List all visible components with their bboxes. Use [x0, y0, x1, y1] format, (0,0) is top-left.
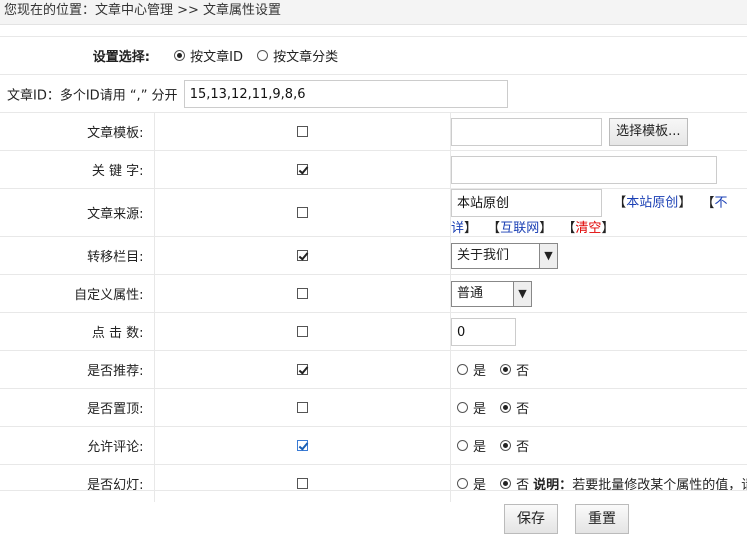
source-checkbox[interactable]	[296, 207, 308, 218]
article-ids-input[interactable]: 15,13,12,11,9,8,6	[183, 79, 508, 108]
source-link-original[interactable]: 本站原创	[626, 196, 678, 211]
recommend-checkbox[interactable]	[296, 364, 308, 375]
chevron-down-icon: ▼	[513, 281, 531, 306]
save-button[interactable]: 保存	[504, 504, 558, 534]
comment-yes-label: 是	[473, 440, 487, 455]
row-move-column: 转移栏目: 关于我们 ▼	[0, 236, 747, 275]
row-recommend: 是否推荐: 是 否	[0, 350, 747, 389]
source-input[interactable]: 本站原创	[451, 189, 602, 217]
row-source: 文章来源: 本站原创 【本站原创】 【不详】 【互联网】 【清空】	[0, 188, 747, 237]
comment-no-radio[interactable]	[500, 440, 512, 451]
top-yes-label: 是	[473, 402, 487, 417]
move-column-select[interactable]: 关于我们 ▼	[451, 242, 558, 269]
radio-by-category-label: 按文章分类	[273, 50, 339, 65]
top-label: 是否置顶:	[87, 402, 144, 417]
attribute-form: 设置选择: 按文章ID 按文章分类 文章ID：多个ID请用 “,” 分开 15,…	[0, 36, 747, 502]
action-bar: 保存 重置	[0, 490, 747, 534]
template-input[interactable]	[451, 117, 602, 146]
top-yes-radio[interactable]	[457, 402, 468, 413]
top-no-label: 否	[516, 402, 530, 417]
top-no-radio[interactable]	[500, 402, 512, 413]
recommend-yes-radio[interactable]	[457, 364, 468, 375]
radio-by-id[interactable]	[174, 50, 186, 61]
recommend-label: 是否推荐:	[87, 364, 144, 379]
row-keywords: 关 键 字:	[0, 150, 747, 189]
custom-attr-select[interactable]: 普通 ▼	[451, 280, 532, 307]
article-ids-label: 文章ID：多个ID请用 “,” 分开	[7, 88, 178, 103]
source-link-clear[interactable]: 清空	[575, 221, 601, 236]
row-custom-attr: 自定义属性: 普通 ▼	[0, 274, 747, 313]
custom-attr-label: 自定义属性:	[74, 288, 144, 303]
move-column-checkbox[interactable]	[296, 250, 308, 261]
hits-checkbox[interactable]	[296, 326, 308, 337]
comment-checkbox[interactable]	[296, 440, 308, 451]
select-mode-label: 设置选择:	[92, 50, 150, 65]
template-checkbox[interactable]	[296, 126, 308, 137]
slide-no-radio[interactable]	[500, 478, 512, 489]
recommend-no-label: 否	[516, 364, 530, 379]
radio-by-category[interactable]	[257, 50, 269, 61]
row-comment: 允许评论: 是 否	[0, 426, 747, 465]
recommend-yes-label: 是	[473, 364, 487, 379]
choose-template-button[interactable]: 选择模板...	[609, 117, 688, 146]
breadcrumb: 您现在的位置：文章中心管理 >> 文章属性设置	[0, 0, 747, 25]
move-column-label: 转移栏目:	[87, 250, 144, 265]
comment-yes-radio[interactable]	[457, 440, 468, 451]
comment-label: 允许评论:	[87, 440, 144, 455]
source-label: 文章来源:	[87, 207, 144, 222]
row-hits: 点 击 数: 0	[0, 312, 747, 351]
row-article-ids: 文章ID：多个ID请用 “,” 分开 15,13,12,11,9,8,6	[0, 74, 747, 113]
row-select-mode: 设置选择: 按文章ID 按文章分类	[0, 36, 747, 75]
keywords-label: 关 键 字:	[91, 164, 144, 179]
template-label: 文章模板:	[87, 126, 144, 141]
radio-by-id-label: 按文章ID	[190, 50, 243, 65]
keywords-checkbox[interactable]	[296, 164, 308, 175]
chevron-down-icon: ▼	[539, 243, 557, 268]
slide-checkbox[interactable]	[296, 478, 308, 489]
hits-input[interactable]: 0	[451, 317, 516, 346]
slide-yes-radio[interactable]	[457, 478, 468, 489]
custom-attr-selected: 普通	[457, 285, 484, 301]
keywords-input[interactable]	[451, 155, 717, 184]
comment-no-label: 否	[516, 440, 530, 455]
move-column-selected: 关于我们	[457, 247, 510, 263]
source-link-internet[interactable]: 互联网	[500, 221, 539, 236]
hits-label: 点 击 数:	[91, 326, 144, 341]
top-checkbox[interactable]	[296, 402, 308, 413]
reset-button[interactable]: 重置	[575, 504, 629, 534]
custom-attr-checkbox[interactable]	[296, 288, 308, 299]
row-top: 是否置顶: 是 否	[0, 388, 747, 427]
row-template: 文章模板: 选择模板...	[0, 112, 747, 151]
recommend-no-radio[interactable]	[500, 364, 512, 375]
